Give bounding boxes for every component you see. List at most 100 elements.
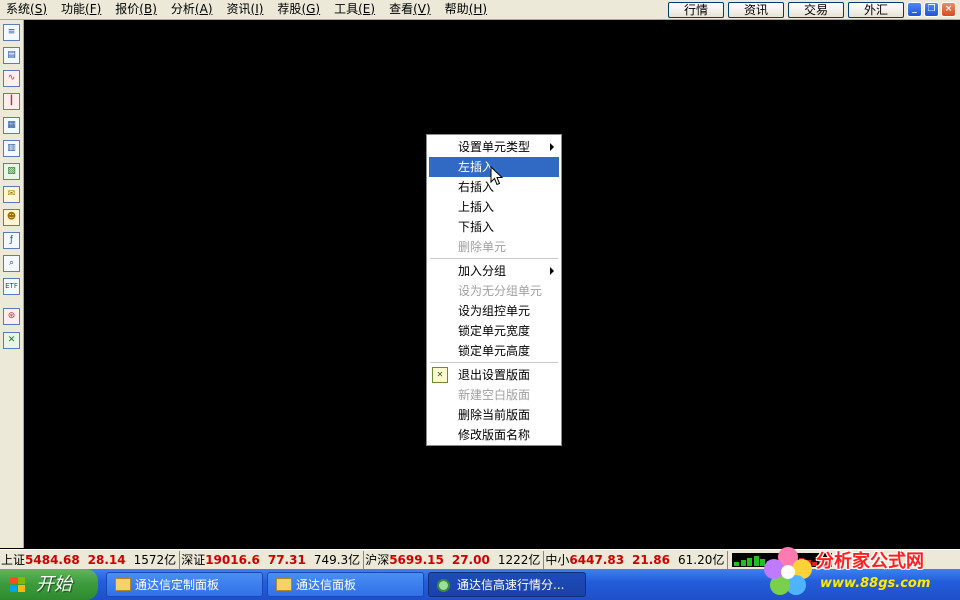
quick-button-3[interactable]: 外汇	[848, 2, 904, 18]
index-name-value: 中小 6447.83	[545, 551, 624, 569]
table-icon[interactable]: ▥	[3, 140, 20, 157]
task-button-2[interactable]: 通达信高速行情分...	[428, 572, 586, 597]
menu-label: 荐股	[277, 1, 302, 16]
submenu-arrow-icon	[550, 143, 554, 151]
index-segment-2[interactable]: 沪深 5699.15 27.00 1222亿	[364, 550, 545, 569]
menu-accelerator: (V)	[413, 1, 431, 16]
formula-icon[interactable]: ƒ	[3, 232, 20, 249]
menu-5[interactable]: 荐股(G)	[271, 0, 328, 20]
context-item-1-1: 设为无分组单元	[429, 281, 559, 301]
index-name-value: 沪深 5699.15	[365, 551, 444, 569]
context-item-2-3[interactable]: 修改版面名称	[429, 425, 559, 445]
menu-2[interactable]: 报价(B)	[109, 0, 165, 20]
app-gear-icon	[437, 579, 450, 592]
breadth-bar	[734, 561, 740, 566]
menu-label: 查看	[389, 1, 414, 16]
menu-accelerator: (S)	[30, 1, 47, 16]
menu-accelerator: (G)	[301, 1, 321, 16]
context-item-label: 左插入	[458, 160, 495, 174]
layout-icon[interactable]: ✕	[3, 332, 20, 349]
context-item-label: 下插入	[458, 220, 495, 234]
close-button[interactable]: ×	[941, 2, 956, 17]
context-item-2-0[interactable]: ✕ 退出设置版面	[429, 365, 559, 385]
quick-buttons: 行情 资讯 交易 外汇	[668, 2, 904, 18]
layout-icon: ✕	[432, 367, 448, 383]
context-item-1-3[interactable]: 锁定单元宽度	[429, 321, 559, 341]
folder-icon	[276, 578, 292, 591]
index-change: 21.86	[632, 552, 671, 567]
index-name-value: 上证 5484.68	[1, 551, 80, 569]
watermark-title: 分析家公式网	[816, 551, 924, 572]
line-chart-icon[interactable]: ∿	[3, 70, 20, 87]
task-button-1[interactable]: 通达信面板	[267, 572, 424, 597]
window-list-icon[interactable]: ▦	[3, 117, 20, 134]
menu-label: 工具	[334, 1, 359, 16]
menu-3[interactable]: 分析(A)	[165, 0, 221, 20]
users-icon[interactable]: ☻	[3, 209, 20, 226]
menu-6[interactable]: 工具(E)	[328, 0, 383, 20]
minimize-button[interactable]: _	[907, 2, 922, 17]
etf-icon[interactable]: ETF	[3, 278, 20, 295]
report-icon[interactable]: ≡	[3, 24, 20, 41]
windows-logo-icon	[10, 577, 26, 593]
index-value: 19016.6	[205, 552, 260, 567]
start-label: 开始	[36, 574, 72, 595]
context-item-label: 右插入	[458, 180, 495, 194]
index-segment-3[interactable]: 中小 6447.83 21.86 61.20亿	[544, 550, 729, 569]
menu-7[interactable]: 查看(V)	[383, 0, 439, 20]
watermark-logo: 分析家公式网 www.88gs.com	[758, 541, 960, 600]
menu-label: 系统	[6, 1, 31, 16]
context-item-2-1: 新建空白版面	[429, 385, 559, 405]
index-value: 6447.83	[569, 552, 625, 567]
context-item-label: 加入分组	[458, 264, 507, 278]
context-item-1-2[interactable]: 设为组控单元	[429, 301, 559, 321]
index-change: 27.00	[451, 552, 490, 567]
context-item-0-0[interactable]: 设置单元类型	[429, 137, 559, 157]
index-amount: 749.3亿	[313, 552, 361, 567]
candlestick-icon[interactable]: ┃	[3, 93, 20, 110]
context-item-label: 锁定单元宽度	[458, 324, 531, 338]
quote-list-icon[interactable]: ▤	[3, 47, 20, 64]
link-icon[interactable]: ⊛	[3, 308, 20, 325]
document-icon[interactable]: ▧	[3, 163, 20, 180]
window-controls: _ ❐ ×	[907, 2, 956, 17]
quick-button-1[interactable]: 资讯	[728, 2, 784, 18]
menu-1[interactable]: 功能(F)	[55, 0, 109, 20]
task-button-0[interactable]: 通达信定制面板	[106, 572, 263, 597]
context-item-1-0[interactable]: 加入分组	[429, 261, 559, 281]
context-item-label: 设为组控单元	[458, 304, 531, 318]
index-amount: 61.20亿	[678, 552, 725, 567]
submenu-arrow-icon	[550, 267, 554, 275]
context-item-label: 修改版面名称	[458, 428, 531, 442]
context-item-2-2[interactable]: 删除当前版面	[429, 405, 559, 425]
index-value: 5484.68	[25, 552, 80, 567]
menu-4[interactable]: 资讯(I)	[221, 0, 272, 20]
index-segment-1[interactable]: 深证 19016.6 77.31 749.3亿	[180, 550, 365, 569]
index-amount: 1222亿	[497, 552, 541, 567]
menu-label: 功能	[61, 1, 86, 16]
index-name: 沪深	[365, 552, 390, 567]
context-item-label: 新建空白版面	[458, 388, 531, 402]
task-label: 通达信定制面板	[135, 578, 220, 592]
context-item-label: 退出设置版面	[458, 368, 531, 382]
quick-button-0[interactable]: 行情	[668, 2, 724, 18]
context-item-0-3[interactable]: 上插入	[429, 197, 559, 217]
search-icon[interactable]: ⌕	[3, 255, 20, 272]
index-name-value: 深证 19016.6	[181, 551, 260, 569]
context-item-1-4[interactable]: 锁定单元高度	[429, 341, 559, 361]
watermark-url: www.88gs.com	[820, 576, 931, 591]
context-item-0-4[interactable]: 下插入	[429, 217, 559, 237]
index-value: 5699.15	[389, 552, 444, 567]
menu-accelerator: (F)	[85, 1, 102, 16]
menu-8[interactable]: 帮助(H)	[439, 0, 495, 20]
context-item-label: 删除单元	[458, 240, 507, 254]
index-segment-0[interactable]: 上证 5484.68 28.14 1572亿	[0, 550, 181, 569]
menu-accelerator: (I)	[250, 1, 264, 16]
context-item-label: 删除当前版面	[458, 408, 531, 422]
menu-0[interactable]: 系统(S)	[0, 0, 55, 20]
restore-button[interactable]: ❐	[924, 2, 939, 17]
quick-button-2[interactable]: 交易	[788, 2, 844, 18]
mail-icon[interactable]: ✉	[3, 186, 20, 203]
start-button[interactable]: 开始	[0, 569, 98, 600]
menu-bar: 系统(S) 功能(F) 报价(B) 分析(A) 资讯(I) 荐股(G) 工具(E) 查看(V)…	[0, 0, 960, 20]
